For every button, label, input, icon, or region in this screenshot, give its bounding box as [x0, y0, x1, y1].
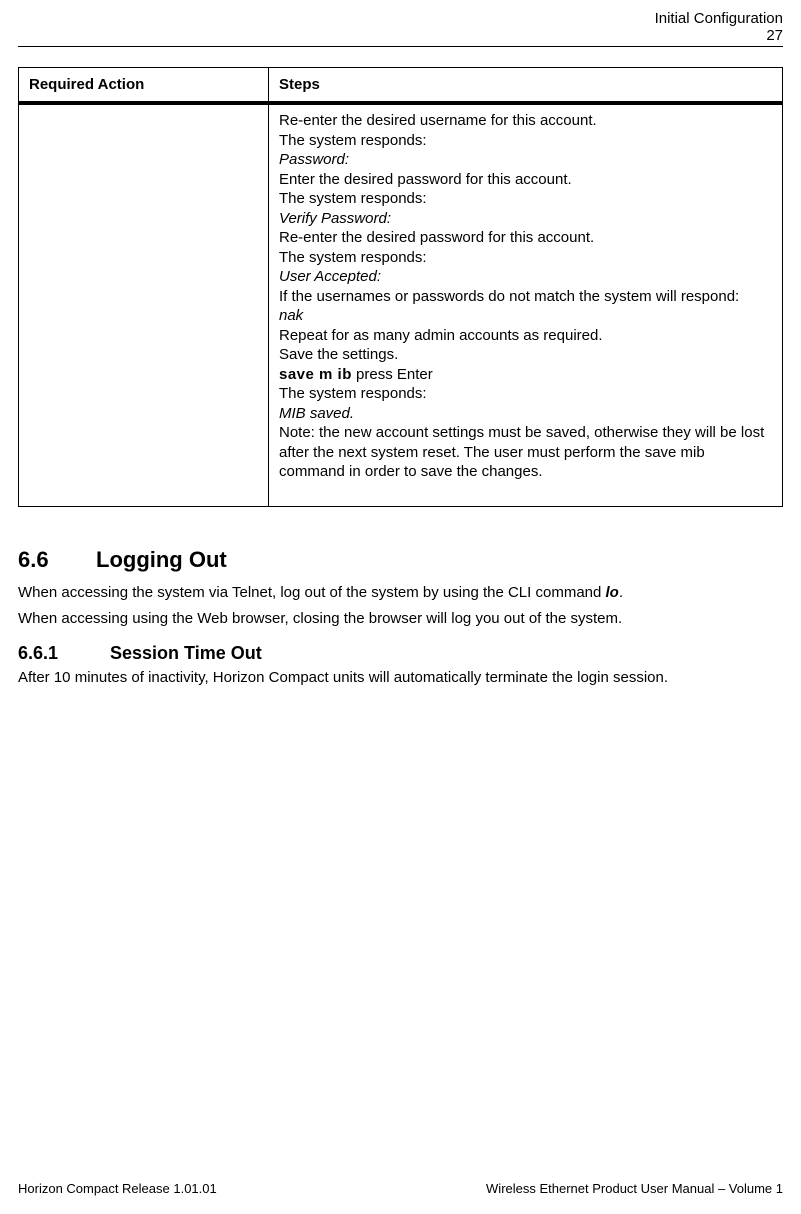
step-line: Password:	[279, 150, 772, 170]
step-line: If the usernames or passwords do not mat…	[279, 287, 772, 307]
header-section-title: Initial Configuration	[18, 10, 783, 27]
subsection-title: Session Time Out	[110, 643, 262, 663]
section-heading-logging-out: 6.6Logging Out	[18, 547, 783, 573]
footer-left: Horizon Compact Release 1.01.01	[18, 1181, 217, 1196]
step-line: The system responds:	[279, 248, 772, 268]
table-header-row: Required Action Steps	[19, 68, 783, 104]
page-footer: Horizon Compact Release 1.01.01 Wireless…	[18, 1181, 783, 1196]
step-line: MIB saved.	[279, 404, 772, 424]
step-line: Re-enter the desired password for this a…	[279, 228, 772, 248]
step-line: nak	[279, 306, 772, 326]
paragraph-text: .	[619, 584, 623, 601]
step-text: press Enter	[352, 366, 433, 383]
body-paragraph: When accessing using the Web browser, cl…	[18, 609, 783, 629]
col-required-action: Required Action	[19, 68, 269, 104]
step-line: The system responds:	[279, 384, 772, 404]
body-paragraph: After 10 minutes of inactivity, Horizon …	[18, 668, 783, 688]
subsection-number: 6.6.1	[18, 643, 110, 664]
header-page-number: 27	[18, 27, 783, 44]
section-title: Logging Out	[96, 547, 227, 572]
footer-right: Wireless Ethernet Product User Manual – …	[486, 1181, 783, 1196]
body-paragraph: When accessing the system via Telnet, lo…	[18, 583, 783, 603]
cell-required-action	[19, 105, 269, 506]
step-line: The system responds:	[279, 131, 772, 151]
required-action-table: Required Action Steps Re-enter the desir…	[18, 67, 783, 507]
cli-command-lo: lo	[606, 584, 619, 601]
step-line: Repeat for as many admin accounts as req…	[279, 326, 772, 346]
step-line: Re-enter the desired username for this a…	[279, 111, 772, 131]
page-header: Initial Configuration 27	[18, 10, 783, 44]
step-line: Save the settings.	[279, 345, 772, 365]
step-line: User Accepted:	[279, 267, 772, 287]
step-line: The system responds:	[279, 189, 772, 209]
cmd-save-mib: save m ib	[279, 366, 352, 383]
header-divider	[18, 46, 783, 47]
subsection-heading-session-timeout: 6.6.1Session Time Out	[18, 643, 783, 664]
col-steps: Steps	[269, 68, 783, 104]
cell-steps: Re-enter the desired username for this a…	[269, 105, 783, 506]
paragraph-text: When accessing the system via Telnet, lo…	[18, 584, 606, 601]
table-row: Re-enter the desired username for this a…	[19, 105, 783, 506]
step-note: Note: the new account settings must be s…	[279, 423, 772, 482]
step-line: Enter the desired password for this acco…	[279, 170, 772, 190]
step-line: save m ib press Enter	[279, 365, 772, 385]
step-line: Verify Password:	[279, 209, 772, 229]
section-number: 6.6	[18, 547, 96, 573]
